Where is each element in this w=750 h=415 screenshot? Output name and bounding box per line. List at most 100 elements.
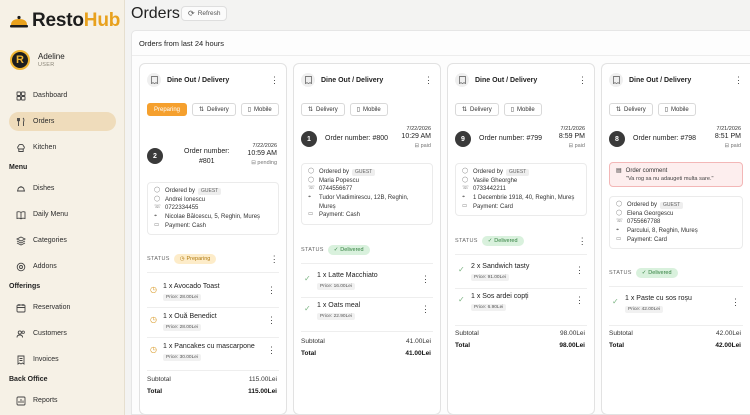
delivery-chip[interactable]: ⇅ Delivery (301, 103, 345, 116)
order-item[interactable]: ✓ 1 x Latte Macchiato Price: 16.00Lei ⋮ (301, 270, 433, 296)
order-type: Dine Out / Delivery (321, 76, 384, 84)
more-options-icon[interactable]: ⋮ (578, 75, 587, 85)
customers-icon (16, 329, 25, 338)
order-comment: ▤ Order comment "Va rog sa nu adaugeti mu… (609, 162, 743, 187)
divider (301, 263, 433, 264)
user-icon: ◯ (462, 176, 469, 183)
location-icon: ⌖ (154, 213, 158, 220)
customer-address: Nicolae Bălcescu, 5, Reghin, Mureș (165, 214, 261, 221)
more-options-icon[interactable]: ⋮ (734, 75, 743, 85)
mobile-icon: ▯ (247, 107, 252, 113)
order-card[interactable]: Dine Out / Delivery ⋮ ⇅ Delivery ▯ Mobile … (293, 63, 441, 415)
order-type: Dine Out / Delivery (167, 76, 230, 84)
order-card[interactable]: Dine Out / Delivery ⋮ ⇅ Delivery ▯ Mobile … (447, 63, 595, 415)
refresh-icon: ⟳ (188, 9, 195, 18)
more-options-icon[interactable]: ⋮ (731, 298, 740, 307)
source-chip[interactable]: ▯ Mobile (503, 103, 542, 116)
more-options-icon[interactable]: ⋮ (421, 275, 430, 284)
sidebar-item-addons[interactable]: Addons (9, 257, 116, 276)
sidebar-item-label: Kitchen (33, 144, 57, 151)
mobile-icon: ▯ (356, 107, 361, 113)
app-logo[interactable]: RestoHub (9, 10, 120, 32)
order-number-label: Order number: #800 (325, 135, 389, 142)
categories-icon (16, 235, 26, 246)
sidebar-item-reports[interactable]: Reports (9, 391, 116, 410)
location-icon: ⌖ (616, 227, 620, 234)
source-chip[interactable]: ▯ Mobile (349, 103, 388, 116)
customer-phone: 0744556677 (319, 186, 353, 193)
check-icon: ✓ (612, 297, 619, 306)
order-type: Dine Out / Delivery (629, 76, 692, 84)
order-item[interactable]: ✓ 1 x Paste cu sos roșu Price: 42.00Lei … (609, 293, 743, 319)
bike-icon: ⇅ (199, 107, 205, 113)
customer-address: Tudor Vladimirescu, 12B, Reghin, Mureș (319, 195, 409, 210)
mobile-icon: ▯ (510, 107, 515, 113)
order-summary: 8 Order number: #798 7/21/2026 8:51 PM ⊟… (609, 126, 743, 156)
sidebar-item-reservation[interactable]: Reservation (9, 298, 116, 317)
sidebar-item-customers[interactable]: Customers (9, 324, 116, 343)
payment-icon: ▭ (462, 202, 468, 209)
user-icon: ◯ (616, 209, 623, 216)
sidebar-item-orders[interactable]: Orders (9, 112, 116, 131)
user-profile[interactable]: R Adeline USER (10, 50, 65, 70)
user-icon: ◯ (154, 195, 161, 202)
divider (455, 325, 587, 326)
order-card[interactable]: Dine Out / Delivery ⋮ ⇅ Delivery ▯ Mobile … (601, 63, 750, 415)
customer-name: Maria Popescu (319, 177, 360, 184)
divider (455, 254, 587, 255)
customer-info: ◯ Ordered by GUEST ◯ Andrei Ionescu ☏ 072233… (147, 182, 279, 236)
payment-icon: ▭ (616, 235, 622, 242)
dashboard-icon (16, 91, 26, 100)
more-options-icon[interactable]: ⋮ (578, 236, 587, 246)
source-chip[interactable]: ▯ Mobile (657, 103, 696, 116)
phone-icon: ☏ (308, 185, 315, 192)
payment-state: ⊟ paid (414, 143, 431, 149)
more-options-icon[interactable]: ⋮ (575, 266, 584, 275)
order-chips: Preparing ⇅ Delivery ▯ Mobile (147, 103, 279, 116)
more-options-icon[interactable]: ⋮ (267, 316, 276, 325)
sidebar-item-label: Reports (33, 397, 58, 404)
customer-phone: 0722334455 (165, 205, 199, 212)
nav-section-menu: Menu (9, 164, 28, 171)
order-number: #801 (199, 158, 215, 165)
more-options-icon[interactable]: ⋮ (421, 305, 430, 314)
order-time: 8:51 PM (714, 133, 741, 140)
source-chip[interactable]: ▯ Mobile (240, 103, 279, 116)
clock-icon: ◷ (150, 345, 157, 354)
sidebar-item-dashboard[interactable]: Dashboard (9, 86, 116, 105)
check-icon: ✓ (458, 265, 465, 274)
sidebar-item-categories[interactable]: Categories (9, 231, 116, 250)
delivery-chip[interactable]: ⇅ Delivery (455, 103, 499, 116)
divider (147, 307, 279, 308)
sidebar-item-kitchen[interactable]: Kitchen (9, 138, 116, 157)
order-item[interactable]: ◷ 1 x Ouă Benedict Price: 28.00Lei ⋮ (147, 311, 279, 337)
order-item[interactable]: ✓ 1 x Sos ardei copți Price: 6.90Lei ⋮ (455, 291, 587, 317)
refresh-button[interactable]: ⟳ Refresh (181, 6, 228, 21)
order-item[interactable]: ◷ 1 x Pancakes cu mascarpone Price: 30.0… (147, 341, 279, 367)
order-chips: ⇅ Delivery ▯ Mobile (301, 103, 433, 116)
status-badge: ✓ Delivered (635, 268, 678, 278)
order-item[interactable]: ✓ 1 x Oats meal Price: 22.90Lei ⋮ (301, 300, 433, 326)
check-icon: ✓ (487, 238, 493, 244)
divider (609, 286, 743, 287)
more-options-icon[interactable]: ⋮ (424, 75, 433, 85)
receipt-icon (609, 73, 623, 87)
sidebar-item-invoices[interactable]: Invoices (9, 350, 116, 369)
delivery-chip[interactable]: ⇅ Delivery (609, 103, 653, 116)
sidebar-item-dishes[interactable]: Dishes (9, 179, 116, 198)
status-badge: ✓ Delivered (481, 236, 524, 246)
guest-badge: GUEST (352, 169, 376, 177)
more-options-icon[interactable]: ⋮ (267, 286, 276, 295)
sidebar-item-daily-menu[interactable]: Daily Menu (9, 205, 116, 224)
more-options-icon[interactable]: ⋮ (267, 346, 276, 355)
delivery-chip[interactable]: ⇅ Delivery (192, 103, 236, 116)
order-card[interactable]: Dine Out / Delivery ⋮ Preparing ⇅ Deliver… (139, 63, 287, 415)
order-item[interactable]: ◷ 1 x Avocado Toast Price: 28.00Lei ⋮ (147, 281, 279, 307)
subtotal-row: Subtotal 41.00Lei (301, 338, 431, 345)
more-options-icon[interactable]: ⋮ (270, 254, 279, 264)
status-chip[interactable]: Preparing (147, 103, 188, 116)
order-item[interactable]: ✓ 2 x Sandwich tasty Price: 91.00Lei ⋮ (455, 261, 587, 287)
more-options-icon[interactable]: ⋮ (270, 75, 279, 85)
nav-section-offerings: Offerings (9, 283, 41, 290)
more-options-icon[interactable]: ⋮ (575, 296, 584, 305)
